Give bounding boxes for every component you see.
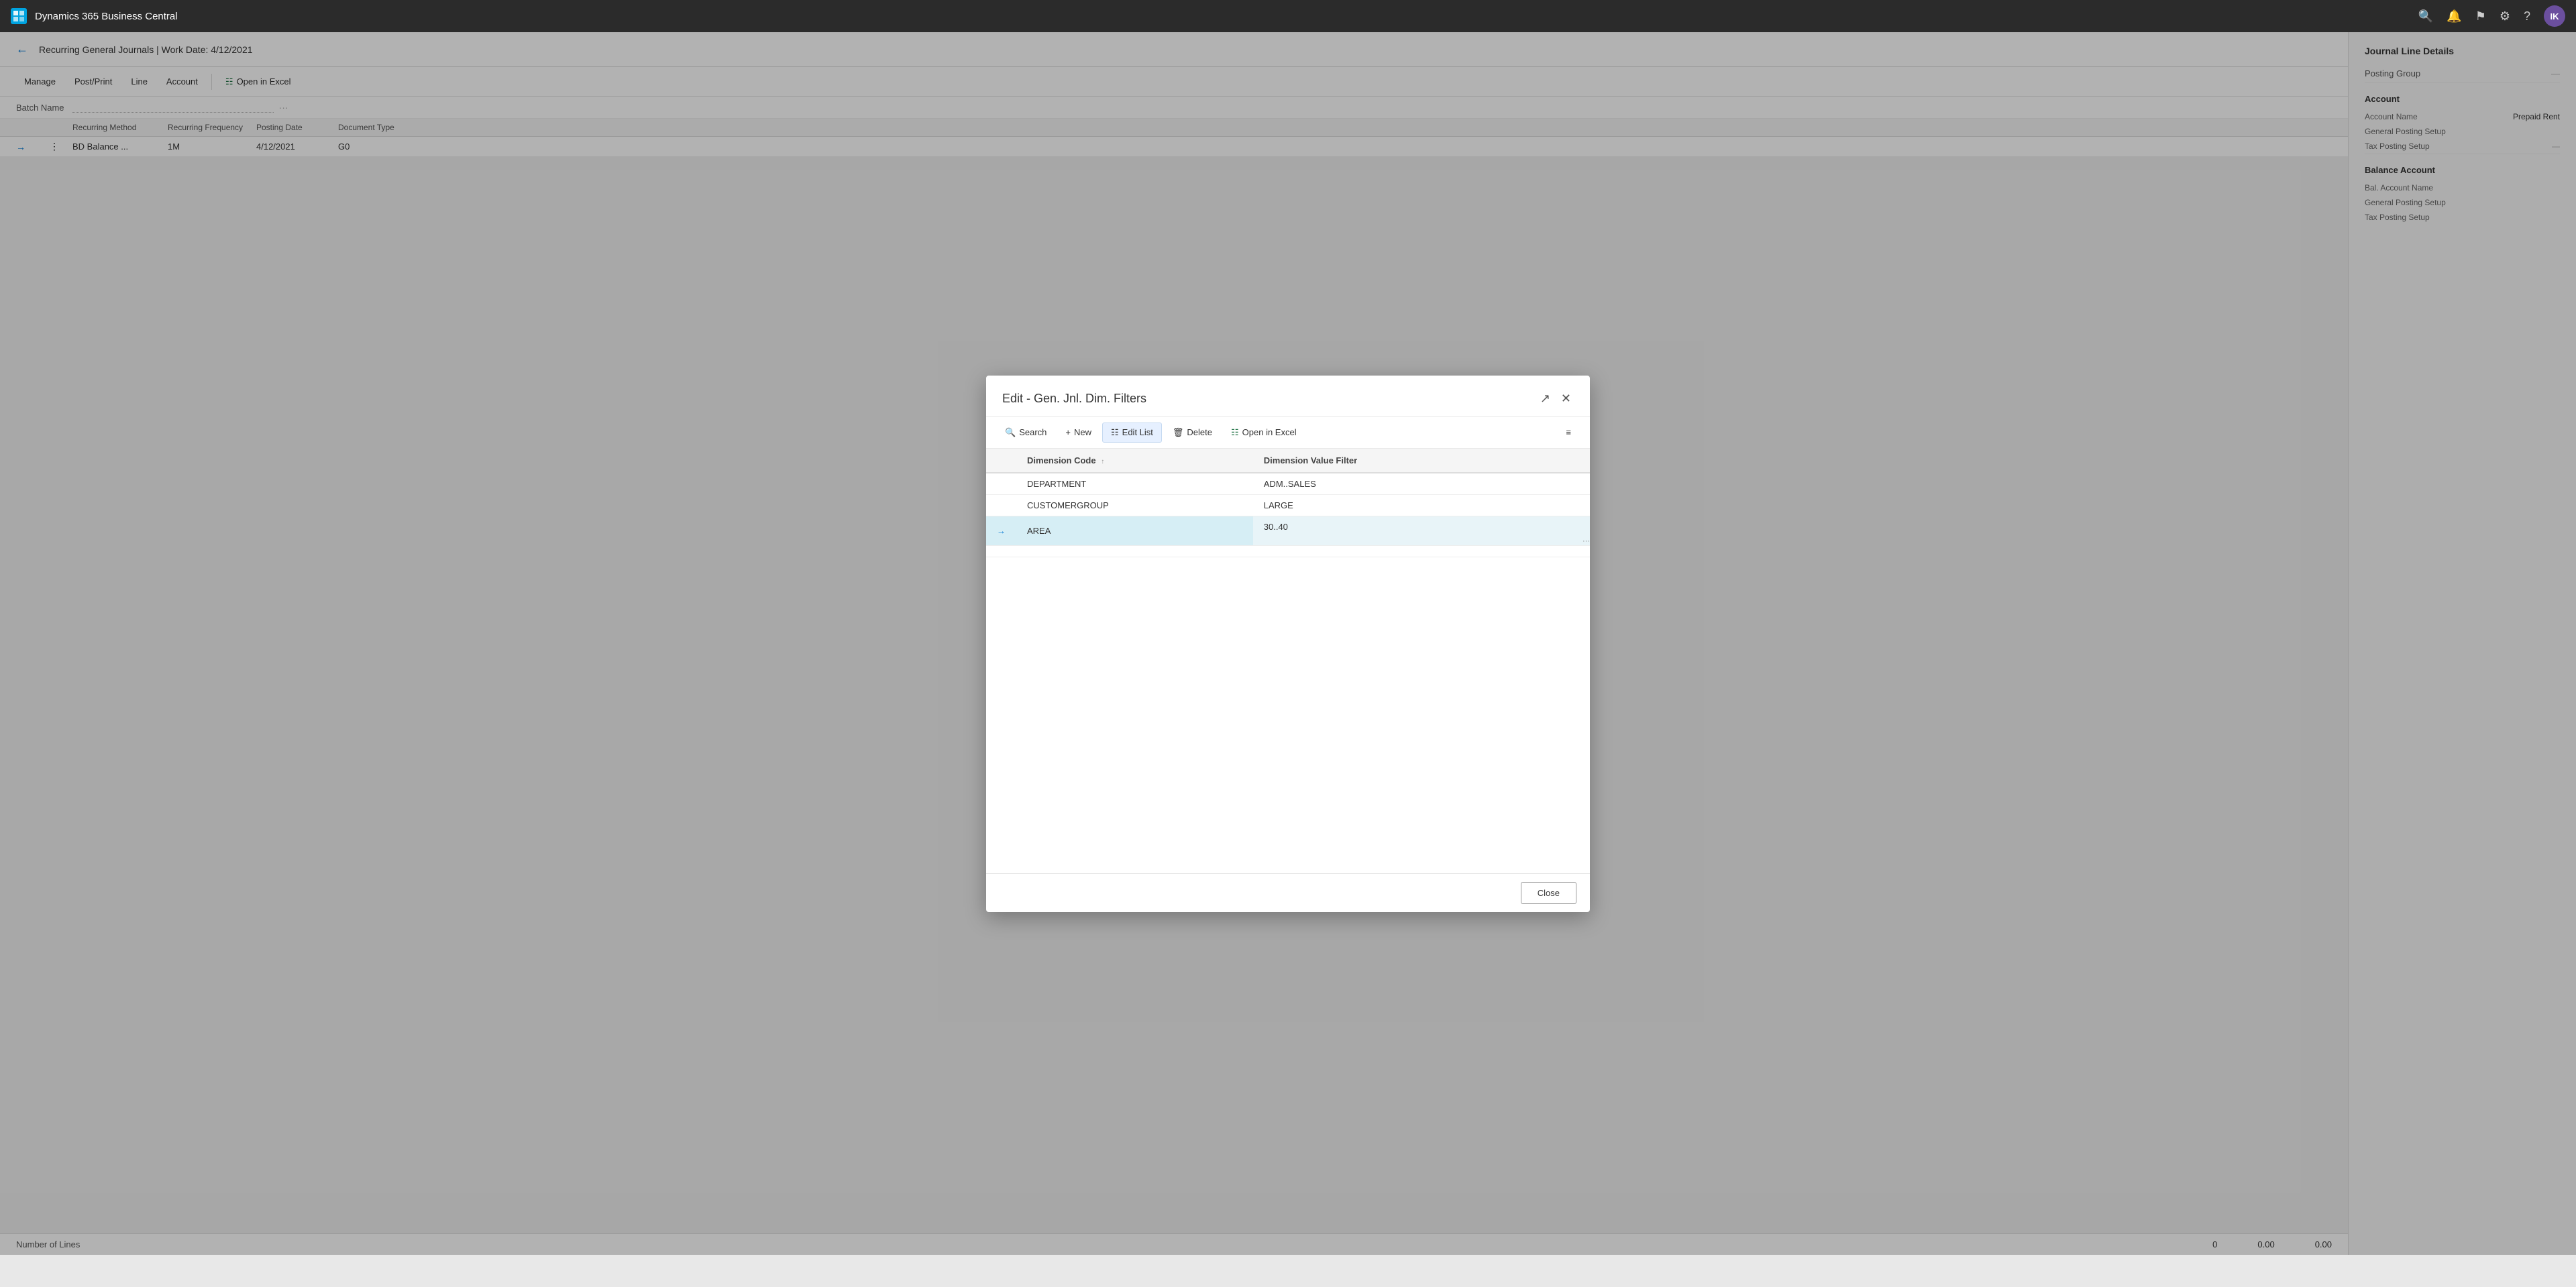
modal-delete-button[interactable]: 🗑 Delete: [1165, 423, 1220, 442]
excel-modal-icon: ☷: [1231, 427, 1239, 438]
modal-dialog: Edit - Gen. Jnl. Dim. Filters ↗ ✕ 🔍 Sear…: [986, 376, 1590, 912]
modal-close-button[interactable]: ✕: [1558, 389, 1574, 408]
search-nav-icon[interactable]: 🔍: [2418, 9, 2433, 23]
top-navigation: Dynamics 365 Business Central 🔍 🔔 ⚑ ⚙ ? …: [0, 0, 2576, 32]
user-avatar[interactable]: IK: [2544, 5, 2565, 27]
table-row[interactable]: DEPARTMENT ADM..SALES: [986, 473, 1590, 495]
modal-overlay: Edit - Gen. Jnl. Dim. Filters ↗ ✕ 🔍 Sear…: [0, 32, 2576, 1255]
modal-new-button[interactable]: + New: [1057, 423, 1099, 441]
modal-expand-button[interactable]: ↗: [1538, 389, 1553, 408]
empty-code-cell: [1016, 545, 1253, 557]
close-button[interactable]: Close: [1521, 882, 1576, 904]
modal-settings-button[interactable]: ≡: [1558, 423, 1579, 441]
trash-icon: 🗑: [1173, 427, 1184, 438]
dimension-value-filter-cell-editing[interactable]: ···: [1253, 516, 1590, 545]
empty-filter-cell: [1253, 545, 1590, 557]
dimension-code-cell[interactable]: CUSTOMERGROUP: [1016, 494, 1253, 516]
row-arrow-cell-active: →: [986, 516, 1016, 545]
dimension-code-cell-active[interactable]: AREA: [1016, 516, 1253, 545]
row-arrow-cell: [986, 494, 1016, 516]
dimension-value-filter-header: Dimension Value Filter: [1253, 449, 1590, 473]
modal-title: Edit - Gen. Jnl. Dim. Filters: [1002, 392, 1146, 406]
bookmark-icon[interactable]: ⚑: [2475, 9, 2486, 23]
modal-delete-label: Delete: [1187, 427, 1212, 437]
modal-open-in-excel-label: Open in Excel: [1242, 427, 1297, 437]
modal-search-label: Search: [1019, 427, 1046, 437]
modal-search-button[interactable]: 🔍 Search: [997, 423, 1055, 442]
help-icon[interactable]: ?: [2524, 9, 2530, 23]
table-row-editing[interactable]: → AREA ···: [986, 516, 1590, 545]
sort-asc-icon: ↑: [1101, 458, 1104, 465]
main-area: ← Recurring General Journals | Work Date…: [0, 32, 2576, 1255]
modal-footer: Close: [986, 873, 1590, 912]
modal-edit-list-label: Edit List: [1122, 427, 1153, 437]
dimension-code-cell[interactable]: DEPARTMENT: [1016, 473, 1253, 495]
modal-header: Edit - Gen. Jnl. Dim. Filters ↗ ✕: [986, 376, 1590, 417]
modal-table: Dimension Code ↑ Dimension Value Filter …: [986, 449, 1590, 557]
edit-list-icon: ☷: [1111, 427, 1119, 438]
notifications-icon[interactable]: 🔔: [2447, 9, 2461, 23]
dimension-code-header: Dimension Code ↑: [1016, 449, 1253, 473]
table-row[interactable]: CUSTOMERGROUP LARGE: [986, 494, 1590, 516]
modal-open-in-excel-button[interactable]: ☷ Open in Excel: [1223, 423, 1305, 442]
app-icon: [11, 8, 27, 24]
row-arrow-cell: [986, 473, 1016, 495]
settings-icon[interactable]: ⚙: [2500, 9, 2510, 23]
modal-table-area: Dimension Code ↑ Dimension Value Filter …: [986, 449, 1590, 873]
modal-toolbar: 🔍 Search + New ☷ Edit List 🗑 Delete ☷: [986, 417, 1590, 449]
app-title: Dynamics 365 Business Central: [35, 11, 178, 22]
modal-edit-list-button[interactable]: ☷ Edit List: [1102, 423, 1162, 443]
dimension-value-filter-cell[interactable]: ADM..SALES: [1253, 473, 1590, 495]
modal-new-label: New: [1074, 427, 1091, 437]
dimension-value-filter-input[interactable]: [1253, 516, 1590, 537]
empty-arrow-cell: [986, 545, 1016, 557]
dimension-value-filter-cell[interactable]: LARGE: [1253, 494, 1590, 516]
col-arrow-header: [986, 449, 1016, 473]
search-icon: 🔍: [1005, 427, 1016, 438]
plus-icon: +: [1065, 427, 1071, 437]
active-row-arrow-icon: →: [997, 526, 1006, 536]
table-row-empty: [986, 545, 1590, 557]
cell-expand-icon[interactable]: ···: [1582, 537, 1590, 545]
